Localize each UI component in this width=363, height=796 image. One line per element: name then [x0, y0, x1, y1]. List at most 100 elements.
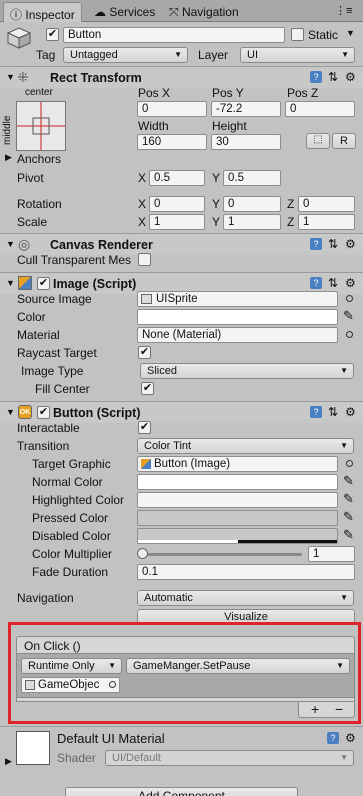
- transition-dropdown[interactable]: Color Tint ▼: [137, 438, 354, 454]
- active-checkbox[interactable]: ✔: [46, 28, 59, 41]
- pos-x-field[interactable]: 0: [137, 101, 207, 117]
- gameobject-icon: [25, 680, 35, 690]
- eyedropper-icon[interactable]: ✎: [343, 527, 354, 543]
- help-icon[interactable]: ?: [310, 238, 322, 250]
- fold-arrow-icon[interactable]: ▼: [6, 239, 15, 249]
- fill-center-checkbox[interactable]: ✔: [141, 382, 154, 395]
- help-icon[interactable]: ?: [310, 277, 322, 289]
- height-field[interactable]: 30: [211, 134, 281, 150]
- rotation-x-field[interactable]: 0: [149, 196, 205, 212]
- shader-dropdown[interactable]: UI/Default ▼: [105, 750, 354, 766]
- gear-icon[interactable]: ⚙: [345, 405, 356, 419]
- layer-dropdown[interactable]: UI ▼: [240, 47, 355, 63]
- rotation-y-field[interactable]: 0: [223, 196, 281, 212]
- eyedropper-icon[interactable]: ✎: [343, 491, 354, 507]
- fold-arrow-icon[interactable]: ▼: [6, 72, 15, 82]
- raw-edit-button[interactable]: R: [332, 133, 356, 149]
- help-icon[interactable]: ?: [327, 732, 339, 744]
- cull-transparent-checkbox[interactable]: [138, 253, 151, 266]
- multiplier-slider-thumb[interactable]: [137, 548, 148, 559]
- color-swatch[interactable]: [137, 309, 338, 325]
- object-name-field[interactable]: Button: [63, 27, 285, 43]
- chevron-down-icon: ▼: [340, 366, 348, 375]
- target-object-field[interactable]: GameObjec: [21, 677, 120, 693]
- rect-transform-header[interactable]: ▼ ⁜ Rect Transform ? ⇅ ⚙: [0, 66, 363, 88]
- visualize-button-clip: Visualize: [137, 609, 355, 623]
- fold-arrow-icon[interactable]: ▼: [6, 407, 15, 417]
- dashed-rect-icon: ⬚: [313, 134, 323, 145]
- button-script-header[interactable]: ▼ OK ✔ Button (Script) ? ⇅ ⚙: [0, 401, 363, 423]
- pressed-color-swatch[interactable]: [137, 510, 338, 526]
- onclick-label: On Click (): [24, 639, 81, 653]
- panel-menu-icon[interactable]: ⋮≡: [335, 4, 352, 17]
- button-enabled-checkbox[interactable]: ✔: [37, 406, 50, 419]
- eyedropper-icon[interactable]: ✎: [343, 473, 354, 489]
- help-icon[interactable]: ?: [310, 406, 322, 418]
- pivot-y-field[interactable]: 0.5: [223, 170, 281, 186]
- rotation-z-field[interactable]: 0: [298, 196, 355, 212]
- add-component-button[interactable]: Add Component: [65, 787, 298, 796]
- runtime-dropdown[interactable]: Runtime Only ▼: [21, 658, 122, 674]
- function-dropdown[interactable]: GameManger.SetPause ▼: [126, 658, 350, 674]
- multiplier-slider-track[interactable]: [140, 553, 302, 556]
- help-icon[interactable]: ?: [310, 71, 322, 83]
- tab-services[interactable]: ☁ Services: [88, 2, 161, 22]
- chevron-down-icon: ▼: [341, 50, 349, 59]
- navigation-dropdown[interactable]: Automatic ▼: [137, 590, 354, 606]
- object-picker-icon[interactable]: [346, 460, 353, 467]
- target-graphic-label: Target Graphic: [32, 457, 111, 471]
- gear-icon[interactable]: ⚙: [345, 276, 356, 290]
- fold-arrow-icon[interactable]: ▼: [6, 278, 15, 288]
- scale-z-field[interactable]: 1: [298, 214, 355, 230]
- interactable-checkbox[interactable]: ✔: [138, 421, 151, 434]
- width-field[interactable]: 160: [137, 134, 207, 150]
- pivot-x-field[interactable]: 0.5: [149, 170, 205, 186]
- blueprint-mode-button[interactable]: ⬚: [306, 133, 330, 149]
- pos-z-field[interactable]: 0: [285, 101, 355, 117]
- gear-icon[interactable]: ⚙: [345, 731, 356, 745]
- preset-icon[interactable]: ⇅: [328, 405, 338, 419]
- material-fold-icon[interactable]: ▶: [5, 756, 12, 767]
- scale-y-field[interactable]: 1: [223, 214, 281, 230]
- anchors-fold-icon[interactable]: ▶: [5, 152, 12, 163]
- target-graphic-field[interactable]: Button (Image): [137, 456, 338, 472]
- chevron-down-icon: ▼: [340, 593, 348, 602]
- preset-icon[interactable]: ⇅: [328, 237, 338, 251]
- preset-icon[interactable]: ⇅: [328, 276, 338, 290]
- visualize-button[interactable]: Visualize: [137, 609, 355, 623]
- fade-duration-field[interactable]: 0.1: [137, 564, 355, 580]
- anchor-preset-button[interactable]: [16, 101, 66, 151]
- static-dropdown-icon[interactable]: ▼: [346, 28, 355, 38]
- preset-icon[interactable]: ⇅: [328, 70, 338, 84]
- disabled-color-swatch[interactable]: [137, 528, 338, 544]
- remove-event-button[interactable]: −: [335, 701, 343, 717]
- object-picker-icon[interactable]: [346, 331, 353, 338]
- object-picker-icon[interactable]: [346, 295, 353, 302]
- static-checkbox[interactable]: [291, 28, 304, 41]
- raycast-target-checkbox[interactable]: ✔: [138, 346, 151, 359]
- image-type-dropdown[interactable]: Sliced ▼: [140, 363, 354, 379]
- eyedropper-icon[interactable]: ✎: [343, 509, 354, 525]
- object-picker-icon[interactable]: [109, 681, 116, 688]
- source-image-field[interactable]: UISprite: [137, 291, 338, 307]
- tab-bar: ⓘ Inspector ☁ Services ⤧ Navigation ⋮≡: [0, 0, 363, 22]
- normal-color-swatch[interactable]: [137, 474, 338, 490]
- highlighted-color-swatch[interactable]: [137, 492, 338, 508]
- tab-inspector[interactable]: ⓘ Inspector: [3, 2, 82, 22]
- add-event-button[interactable]: +: [311, 701, 319, 717]
- axis-z-label: Z: [287, 215, 295, 229]
- multiplier-field[interactable]: 1: [308, 546, 355, 562]
- anchors-label[interactable]: Anchors: [17, 152, 61, 166]
- tag-dropdown[interactable]: Untagged ▼: [63, 47, 188, 63]
- material-title: Default UI Material: [57, 731, 165, 746]
- tab-navigation[interactable]: ⤧ Navigation: [163, 2, 245, 22]
- pivot-label: Pivot: [17, 171, 44, 185]
- canvas-renderer-header[interactable]: ▼ ◎ Canvas Renderer ? ⇅ ⚙: [0, 233, 363, 255]
- scale-x-field[interactable]: 1: [149, 214, 205, 230]
- image-enabled-checkbox[interactable]: ✔: [37, 277, 50, 290]
- pos-y-field[interactable]: -72.2: [211, 101, 281, 117]
- eyedropper-icon[interactable]: ✎: [343, 308, 354, 324]
- gear-icon[interactable]: ⚙: [345, 70, 356, 84]
- material-field[interactable]: None (Material): [137, 327, 338, 343]
- gear-icon[interactable]: ⚙: [345, 237, 356, 251]
